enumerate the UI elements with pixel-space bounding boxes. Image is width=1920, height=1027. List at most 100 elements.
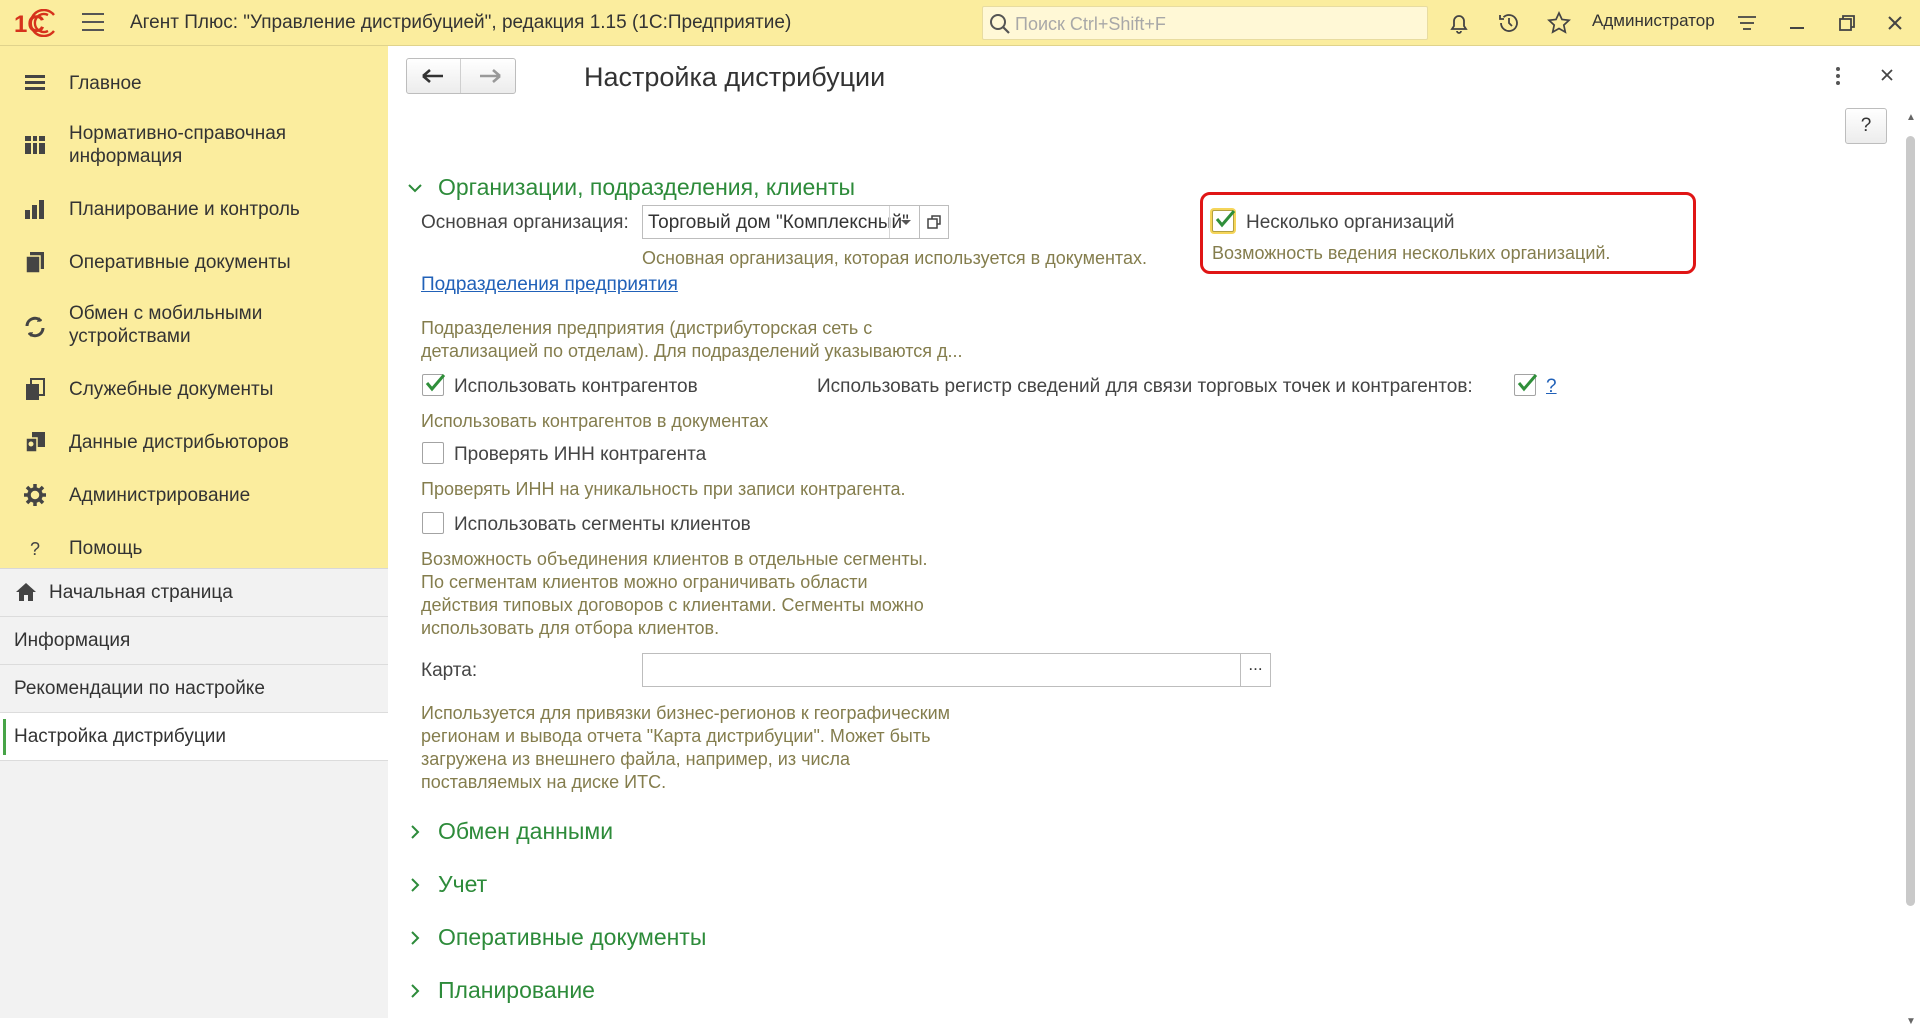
user-name[interactable]: Администратор — [1592, 11, 1715, 31]
restore-icon[interactable] — [1834, 10, 1860, 36]
sections-panel: Главное Нормативно-справочная информация… — [0, 46, 388, 1018]
history-nav-buttons — [406, 58, 516, 94]
divisions-link[interactable]: Подразделения предприятия — [421, 274, 678, 296]
section-main[interactable]: Главное — [0, 60, 388, 106]
more-actions-icon[interactable] — [1828, 64, 1848, 88]
section-label: Нормативно-справочная информация — [69, 123, 287, 167]
check-inn-label[interactable]: Проверять ИНН контрагента — [454, 444, 706, 466]
section-label: Помощь — [69, 538, 143, 559]
checkmark-icon — [1517, 374, 1538, 392]
home-icon — [16, 583, 36, 601]
multi-org-checkbox[interactable] — [1212, 210, 1236, 232]
section-label: Обмен с мобильными устройствами — [69, 303, 263, 347]
nav-label: Рекомендации по настройке — [14, 678, 265, 699]
section-mobile-exchange[interactable]: Обмен с мобильными устройствами — [0, 292, 388, 358]
section-service-docs[interactable]: Служебные документы — [0, 366, 388, 412]
main-org-field[interactable]: Торговый дом "Комплексный" — [642, 205, 920, 239]
search-icon — [990, 14, 1010, 34]
section-help[interactable]: ? Помощь — [0, 525, 388, 571]
1c-logo[interactable]: 1С — [14, 9, 74, 37]
chevron-right-icon — [411, 983, 420, 998]
nav-label: Информация — [14, 630, 131, 651]
section-label: Данные дистрибьюторов — [69, 432, 289, 453]
map-note-line4: поставляемых на диске ИТС. — [421, 772, 667, 792]
segments-label[interactable]: Использовать сегменты клиентов — [454, 514, 751, 536]
use-contractors-label[interactable]: Использовать контрагентов — [454, 376, 698, 398]
map-input[interactable] — [642, 653, 1241, 687]
segments-checkbox[interactable] — [422, 512, 444, 534]
map-note-line2: регионам и вывода отчета "Карта дистрибу… — [421, 726, 931, 746]
multi-org-note: Возможность ведения нескольких организац… — [1212, 243, 1611, 263]
vertical-scrollbar[interactable]: ▲ ▼ — [1900, 108, 1920, 1027]
menu-lines-icon — [25, 75, 45, 90]
use-contractors-note: Использовать контрагентов в документах — [421, 411, 769, 431]
star-icon[interactable] — [1546, 10, 1572, 36]
segments-note-line2: По сегментам клиентов можно ограничивать… — [421, 572, 868, 592]
segments-note-line3: действия типовых договоров с клиентами. … — [421, 595, 924, 615]
segments-note-line4: использовать для отбора клиентов. — [421, 618, 720, 638]
arrow-left-icon — [422, 69, 443, 83]
section-label: Служебные документы — [69, 379, 274, 400]
open-org-button[interactable] — [919, 205, 949, 239]
scroll-thumb[interactable] — [1906, 136, 1915, 906]
check-inn-checkbox[interactable] — [422, 442, 444, 464]
map-select-button[interactable]: ... — [1240, 653, 1271, 687]
register-help-link[interactable]: ? — [1546, 376, 1557, 398]
chevron-down-icon — [408, 183, 422, 192]
section-label: Планирование и контроль — [69, 199, 300, 220]
group-data-exchange-header[interactable]: Обмен данными — [406, 818, 613, 845]
nav-home-page[interactable]: Начальная страница — [0, 569, 388, 617]
forward-button[interactable] — [462, 59, 516, 93]
bar-chart-icon — [25, 200, 44, 219]
bell-icon[interactable] — [1446, 10, 1472, 36]
multi-org-label[interactable]: Несколько организаций — [1246, 212, 1455, 234]
section-administration[interactable]: Администрирование — [0, 472, 388, 518]
nav-distribution-settings[interactable]: Настройка дистрибуции — [0, 713, 388, 761]
section-label: Администрирование — [69, 485, 251, 506]
nav-setup-recommendations[interactable]: Рекомендации по настройке — [0, 665, 388, 713]
search-placeholder: Поиск Ctrl+Shift+F — [1015, 14, 1166, 34]
settings-lines-icon[interactable] — [1734, 10, 1760, 36]
group-title: Учет — [438, 871, 488, 897]
question-icon: ? — [30, 539, 40, 559]
section-planning-control[interactable]: Планирование и контроль — [0, 186, 388, 232]
form-close-icon[interactable] — [1876, 64, 1898, 86]
search-input[interactable]: Поиск Ctrl+Shift+F — [982, 6, 1428, 40]
use-contractors-checkbox[interactable] — [422, 374, 446, 396]
history-icon[interactable] — [1496, 10, 1522, 36]
map-note-line3: загружена из внешнего файла, например, и… — [421, 749, 851, 769]
gear-icon — [24, 484, 46, 506]
register-checkbox[interactable] — [1514, 374, 1538, 396]
divisions-note-line2: детализацией по отделам). Для подразделе… — [421, 341, 963, 361]
section-label: Главное — [69, 73, 142, 94]
documents-icon — [25, 252, 44, 274]
check-inn-note: Проверять ИНН на уникальность при записи… — [421, 479, 906, 499]
checkmark-icon — [1215, 210, 1236, 228]
main-menu-icon[interactable] — [82, 13, 104, 33]
main-org-label: Основная организация: — [421, 212, 629, 233]
group-title: Обмен данными — [438, 818, 614, 844]
minimize-icon[interactable] — [1784, 10, 1810, 36]
chevron-right-icon — [411, 877, 420, 892]
dropdown-arrow-icon[interactable] — [889, 206, 919, 238]
nav-label: Настройка дистрибуции — [14, 726, 226, 747]
group-accounting-header[interactable]: Учет — [406, 871, 487, 898]
section-distributor-data[interactable]: Данные дистрибьюторов — [0, 419, 388, 465]
close-icon[interactable] — [1882, 10, 1908, 36]
form-title: Настройка дистрибуции — [584, 62, 886, 92]
group-organizations-header[interactable]: Организации, подразделения, клиенты — [406, 174, 855, 201]
group-planning-header[interactable]: Планирование — [406, 977, 595, 1004]
nav-label: Начальная страница — [49, 582, 233, 603]
app-title: Агент Плюс: "Управление дистрибуцией", р… — [130, 12, 792, 33]
service-docs-icon — [26, 378, 45, 400]
back-button[interactable] — [407, 59, 461, 93]
group-operational-docs-header[interactable]: Оперативные документы — [406, 924, 706, 951]
section-reference-info[interactable]: Нормативно-справочная информация — [0, 112, 388, 178]
section-operational-docs[interactable]: Оперативные документы — [0, 239, 388, 285]
help-button[interactable]: ? — [1845, 108, 1887, 144]
map-label: Карта: — [421, 660, 478, 681]
nav-information[interactable]: Информация — [0, 617, 388, 665]
group-title: Оперативные документы — [438, 924, 707, 950]
sync-icon — [25, 316, 45, 338]
scroll-up-icon[interactable]: ▲ — [1906, 112, 1916, 123]
